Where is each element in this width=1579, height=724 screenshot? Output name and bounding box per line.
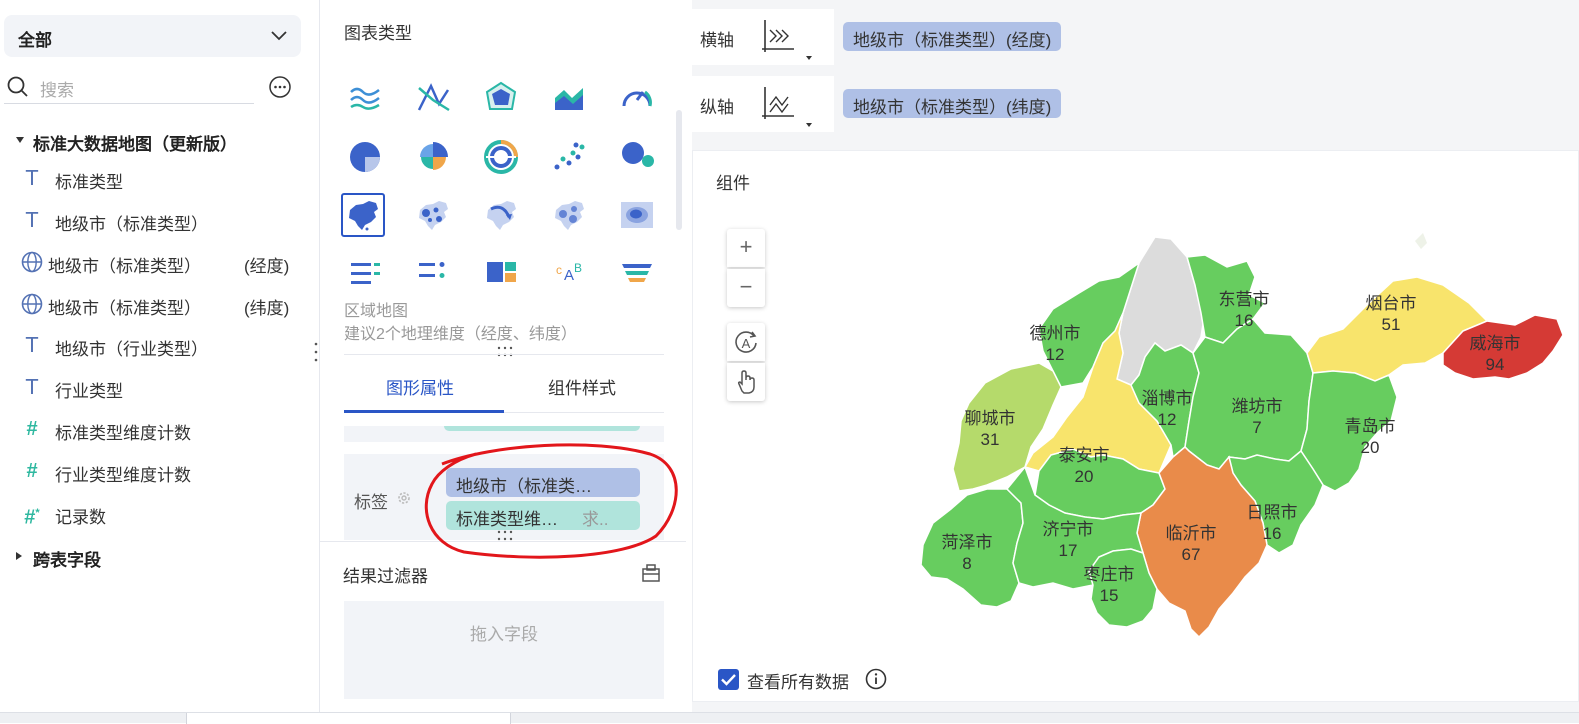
check-icon bbox=[721, 674, 736, 686]
multi-line-chart-icon[interactable] bbox=[343, 76, 387, 120]
x-axis-label: 横轴 bbox=[700, 31, 734, 50]
selected-chart-name: 区域地图 bbox=[344, 303, 409, 320]
chart-canvas-panel: 横轴 地级市（标准类型）(经度) 纵轴 地级市（标准类型）(纬度) 组件 + −… bbox=[692, 0, 1579, 712]
red-annotation-circle bbox=[424, 443, 678, 559]
hand-icon bbox=[737, 370, 755, 394]
auto-rotate-icon: A bbox=[735, 331, 757, 353]
map-region-weifang bbox=[1184, 318, 1314, 470]
selected-chart-hint: 建议2个地理维度（经度、纬度） bbox=[344, 326, 577, 343]
bottom-tab[interactable] bbox=[0, 713, 187, 724]
heat-map-icon[interactable] bbox=[615, 193, 659, 237]
custom-line-chart-icon[interactable] bbox=[411, 76, 455, 120]
kpi-card-icon[interactable] bbox=[411, 250, 455, 286]
dataset-dropdown-label: 全部 bbox=[18, 31, 52, 50]
chevron-down-icon bbox=[271, 31, 287, 41]
view-all-data-label[interactable]: 查看所有数据 bbox=[747, 668, 849, 693]
chart-config-panel: 图表类型 c A B 区域地图 建议2个地理维度（经度、纬度） 图形属性 组件样… bbox=[320, 0, 692, 712]
svg-text:c: c bbox=[556, 263, 562, 277]
horizontal-axis-icon[interactable] bbox=[758, 16, 828, 60]
flow-map-icon[interactable] bbox=[479, 193, 523, 237]
point-map-icon[interactable] bbox=[411, 193, 455, 237]
shandong-region-map[interactable]: 东营市 16 烟台市 51 威海市 94 德州市 12 淄博市 12 潍坊市 7 聊城市 31… bbox=[903, 233, 1563, 643]
multi-pie-chart-icon[interactable] bbox=[479, 135, 523, 179]
field-item[interactable]: 地级市（标准类型） (纬度) bbox=[20, 290, 310, 320]
field-item[interactable]: #* 记录数 bbox=[20, 499, 310, 529]
field-item[interactable]: T 地级市（标准类型） bbox=[20, 206, 310, 236]
rose-pie-chart-icon[interactable] bbox=[411, 135, 455, 179]
text-field-icon: T bbox=[25, 375, 39, 399]
gear-icon[interactable] bbox=[396, 490, 412, 506]
heat-point-map-icon[interactable] bbox=[547, 193, 591, 237]
globe-icon bbox=[21, 251, 43, 273]
tab-component-style[interactable]: 组件样式 bbox=[548, 374, 616, 399]
svg-text:B: B bbox=[574, 261, 582, 275]
text-table-icon[interactable] bbox=[343, 250, 387, 286]
caret-right-icon[interactable] bbox=[14, 551, 24, 561]
field-panel: 全部 搜索 标准大数据地图（更新版） T 标准类型 T 地级市（标准类型） 地级… bbox=[0, 0, 320, 712]
field-item[interactable]: T 标准类型 bbox=[20, 164, 310, 194]
field-search[interactable]: 搜索 bbox=[4, 70, 254, 104]
search-input[interactable]: 搜索 bbox=[40, 76, 74, 101]
calculated-measure-icon: #* bbox=[24, 506, 40, 529]
cross-table-fields[interactable]: 跨表字段 bbox=[33, 546, 101, 571]
bubble-chart-icon[interactable] bbox=[615, 135, 659, 179]
vertical-axis-icon[interactable] bbox=[758, 83, 828, 127]
component-title: 组件 bbox=[716, 174, 750, 193]
word-cloud-icon[interactable]: cAB bbox=[547, 250, 591, 286]
y-axis-field-pill[interactable]: 地级市（标准类型）(纬度) bbox=[843, 89, 1062, 118]
field-item[interactable]: # 标准类型维度计数 bbox=[20, 415, 310, 445]
divider bbox=[344, 354, 664, 355]
filter-settings-icon[interactable] bbox=[641, 563, 661, 583]
auto-label-button[interactable]: A bbox=[727, 323, 765, 361]
dataset-dropdown[interactable]: 全部 bbox=[4, 15, 301, 57]
label-title: 标签 bbox=[354, 493, 388, 512]
active-tab-indicator bbox=[344, 410, 504, 413]
y-axis-label: 纵轴 bbox=[700, 98, 734, 117]
chart-type-title: 图表类型 bbox=[344, 24, 412, 43]
component-canvas: 组件 + − A 东营市 16 烟台市 51 威海市 94 德州市 12 淄博市… bbox=[692, 150, 1579, 702]
zoom-in-button[interactable]: + bbox=[727, 229, 765, 267]
tree-dataset-title[interactable]: 标准大数据地图（更新版） bbox=[33, 130, 237, 155]
y-axis-row: 纵轴 地级市（标准类型）(纬度) bbox=[692, 76, 1579, 132]
filter-drop-zone[interactable]: 拖入字段 bbox=[344, 601, 664, 699]
chart-type-scrollbar[interactable] bbox=[676, 110, 682, 230]
bottom-tab-bar bbox=[0, 712, 1579, 724]
field-item[interactable]: T 行业类型 bbox=[20, 373, 310, 403]
radar-chart-icon[interactable] bbox=[479, 76, 523, 120]
funnel-chart-icon[interactable] bbox=[615, 250, 659, 286]
svg-text:A: A bbox=[742, 336, 751, 351]
scatter-chart-icon[interactable] bbox=[547, 135, 591, 179]
globe-icon bbox=[21, 293, 43, 315]
pie-chart-icon[interactable] bbox=[343, 135, 387, 179]
measure-field-icon: # bbox=[26, 460, 38, 482]
result-filter-title: 结果过滤器 bbox=[343, 567, 428, 586]
zoom-out-button[interactable]: − bbox=[727, 269, 765, 307]
more-options-icon[interactable] bbox=[268, 75, 292, 99]
text-field-icon: T bbox=[25, 166, 39, 190]
tab-graph-properties[interactable]: 图形属性 bbox=[386, 374, 454, 399]
rect-tree-icon[interactable] bbox=[479, 250, 523, 286]
info-icon[interactable] bbox=[865, 668, 887, 690]
region-map-icon[interactable] bbox=[341, 193, 385, 237]
x-axis-row: 横轴 地级市（标准类型）(经度) bbox=[692, 9, 1579, 65]
field-item[interactable]: T 地级市（行业类型） bbox=[20, 331, 310, 361]
bottom-tab-active[interactable] bbox=[187, 713, 511, 724]
resize-grip-icon[interactable] bbox=[493, 344, 517, 360]
area-chart-icon[interactable] bbox=[547, 76, 591, 120]
x-axis-field-pill[interactable]: 地级市（标准类型）(经度) bbox=[843, 22, 1062, 51]
view-all-data-checkbox[interactable] bbox=[718, 669, 739, 690]
gauge-chart-icon[interactable] bbox=[615, 76, 659, 120]
svg-text:A: A bbox=[564, 267, 574, 284]
caret-down-icon[interactable] bbox=[15, 135, 25, 145]
search-icon bbox=[7, 76, 28, 97]
text-field-icon: T bbox=[25, 208, 39, 232]
field-item[interactable]: 地级市（标准类型） (经度) bbox=[20, 248, 310, 278]
pan-button[interactable] bbox=[727, 363, 765, 401]
field-item[interactable]: # 行业类型维度计数 bbox=[20, 457, 310, 487]
measure-field-icon: # bbox=[26, 418, 38, 440]
text-field-icon: T bbox=[25, 333, 39, 357]
map-region-island bbox=[1415, 233, 1427, 249]
